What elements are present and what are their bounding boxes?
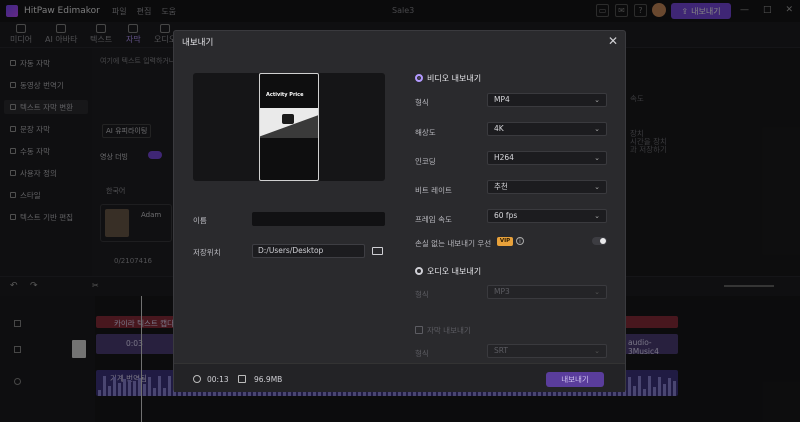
resolution-label: 해상도 (415, 128, 436, 137)
video-preview: Activity Price (193, 73, 385, 181)
export-button[interactable]: 내보내기 (546, 372, 604, 387)
subtitle-format-label: 형식 (415, 349, 429, 358)
file-size: 96.9MB (254, 375, 283, 384)
framerate-label: 프레임 속도 (415, 215, 452, 224)
preview-frame: Activity Price (259, 73, 319, 181)
audio-format-select[interactable]: MP3 ⌄ (487, 285, 607, 299)
export-dialog: 내보내기 ✕ Activity Price 이름 저장위치 D:/Users/D… (173, 30, 626, 392)
subtitle-export-checkbox[interactable] (415, 326, 423, 334)
dialog-header: 내보내기 ✕ (174, 31, 625, 53)
duration: 00:13 (207, 375, 229, 384)
bag-image (282, 114, 294, 124)
chevron-down-icon: ⌄ (594, 288, 600, 296)
audio-export-radio[interactable] (415, 267, 423, 275)
info-icon[interactable]: i (516, 237, 524, 245)
location-label: 저장위치 (193, 248, 221, 257)
bitrate-label: 비트 레이트 (415, 186, 452, 195)
framerate-select[interactable]: 60 fps ⌄ (487, 209, 607, 223)
lossless-label: 손실 없는 내보내기 우선 (415, 239, 492, 248)
save-path-input[interactable]: D:/Users/Desktop (252, 244, 365, 258)
preview-caption: Activity Price (266, 92, 304, 98)
toggle-knob (600, 238, 606, 244)
resolution-select[interactable]: 4K ⌄ (487, 122, 607, 136)
file-size-icon (238, 375, 246, 383)
format-select[interactable]: MP4 ⌄ (487, 93, 607, 107)
dialog-footer: 00:13 96.9MB 내보내기 (174, 363, 625, 392)
video-export-label: 비디오 내보내기 (427, 74, 482, 83)
subtitle-format-select[interactable]: SRT ⌄ (487, 344, 607, 358)
chevron-down-icon: ⌄ (594, 96, 600, 104)
close-icon[interactable]: ✕ (606, 34, 620, 48)
name-label: 이름 (193, 216, 207, 225)
folder-icon[interactable] (372, 247, 383, 255)
vip-badge: VIP (497, 237, 513, 246)
format-label: 형식 (415, 98, 429, 107)
bitrate-select[interactable]: 추천 ⌄ (487, 180, 607, 194)
chevron-down-icon: ⌄ (594, 125, 600, 133)
chevron-down-icon: ⌄ (594, 154, 600, 162)
chevron-down-icon: ⌄ (594, 183, 600, 191)
name-input[interactable] (252, 212, 385, 226)
audio-format-label: 형식 (415, 290, 429, 299)
subtitle-export-label: 자막 내보내기 (427, 326, 471, 335)
audio-export-label: 오디오 내보내기 (427, 267, 482, 276)
chevron-down-icon: ⌄ (594, 212, 600, 220)
encoding-select[interactable]: H264 ⌄ (487, 151, 607, 165)
clock-icon (193, 375, 201, 383)
video-export-radio[interactable] (415, 74, 423, 82)
dialog-title: 내보내기 (182, 38, 214, 48)
encoding-label: 인코딩 (415, 157, 436, 166)
chevron-down-icon: ⌄ (594, 347, 600, 355)
lossless-toggle[interactable] (592, 237, 607, 245)
